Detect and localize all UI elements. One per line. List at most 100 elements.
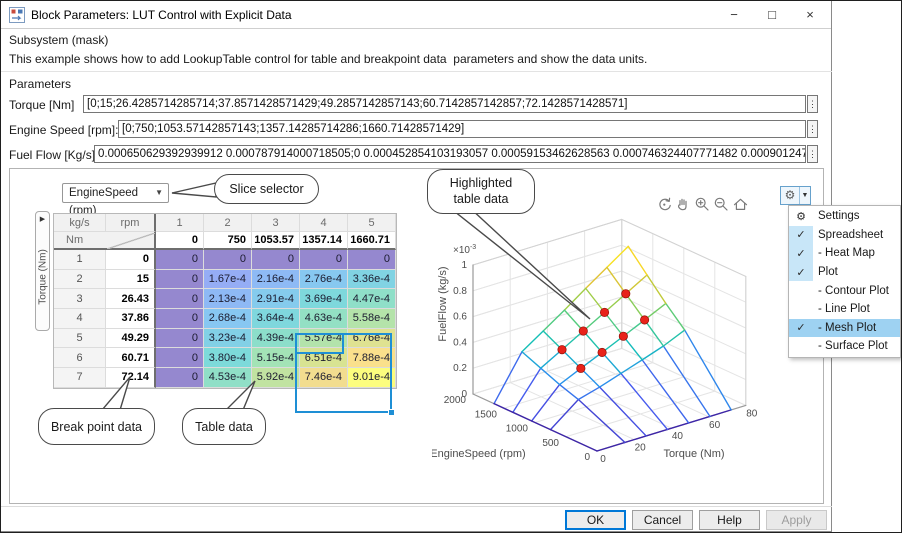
spreadsheet-cell[interactable]: 6.51e-4 xyxy=(300,348,348,369)
spreadsheet-cell[interactable]: 6.76e-4 xyxy=(348,328,396,349)
spreadsheet-cell[interactable]: 0 xyxy=(252,250,300,270)
svg-text:×10-3: ×10-3 xyxy=(453,244,476,256)
column-breakpoint-cell[interactable]: 1357.14 xyxy=(300,232,348,250)
fuel-flow-more-button[interactable]: ⋮ xyxy=(807,145,818,163)
column-header[interactable]: 4 xyxy=(300,214,348,232)
spreadsheet-cell[interactable]: 4.53e-4 xyxy=(204,368,252,388)
spreadsheet-cell[interactable]: 2.13e-4 xyxy=(204,289,252,310)
settings-button[interactable]: ⚙ ▼ xyxy=(780,186,811,205)
spreadsheet-cell[interactable]: 0 xyxy=(156,328,204,349)
row-breakpoint-cell[interactable]: 0 xyxy=(106,250,156,270)
row-header[interactable]: 2 xyxy=(54,269,106,290)
spreadsheet-cell[interactable]: 0 xyxy=(156,269,204,290)
spreadsheet-cell[interactable]: 2.16e-4 xyxy=(252,269,300,290)
column-breakpoint-cell[interactable]: 1660.71 xyxy=(348,232,396,250)
torque-more-button[interactable]: ⋮ xyxy=(807,95,818,113)
help-button[interactable]: Help xyxy=(699,510,760,530)
menu-item-spreadsheet[interactable]: ✓ Spreadsheet xyxy=(789,225,900,245)
spreadsheet-cell[interactable]: 0 xyxy=(156,348,204,369)
menu-item-line-plot[interactable]: - Line Plot xyxy=(789,300,900,319)
lookup-table-spreadsheet[interactable]: kg/s rpm 1 2 3 4 5 Nm 0 750 1053.57 1357.14 1660.71 1… xyxy=(53,213,397,416)
row-header[interactable]: 1 xyxy=(54,250,106,270)
spreadsheet-cell[interactable]: 9.01e-4 xyxy=(348,368,396,388)
row-header[interactable]: 5 xyxy=(54,328,106,349)
column-header[interactable]: 3 xyxy=(252,214,300,232)
spreadsheet-cell[interactable]: 5.58e-4 xyxy=(348,309,396,329)
spreadsheet-cell[interactable]: 3.64e-4 xyxy=(252,309,300,329)
spreadsheet-cell[interactable]: 3.69e-4 xyxy=(300,289,348,310)
engine-speed-input[interactable]: [0;750;1053.57142857143;1357.14285714286… xyxy=(118,120,806,138)
menu-item-contour-plot[interactable]: - Contour Plot xyxy=(789,281,900,300)
column-header[interactable]: 5 xyxy=(348,214,396,232)
rotate-3d-icon[interactable] xyxy=(656,196,673,213)
row-header[interactable]: 6 xyxy=(54,348,106,369)
menu-item-mesh-plot[interactable]: ✓ - Mesh Plot xyxy=(789,318,900,338)
separator xyxy=(1,506,832,507)
row-breakpoint-cell[interactable]: 15 xyxy=(106,269,156,290)
menu-item-plot[interactable]: ✓ Plot xyxy=(789,262,900,282)
spreadsheet-cell[interactable]: 5.57e-4 xyxy=(300,328,348,349)
spreadsheet-cell[interactable]: 4.39e-4 xyxy=(252,328,300,349)
minimize-button[interactable]: − xyxy=(721,1,747,28)
spreadsheet-cell[interactable]: 1.67e-4 xyxy=(204,269,252,290)
spreadsheet-cell[interactable]: 4.63e-4 xyxy=(300,309,348,329)
column-breakpoint-cell[interactable]: 0 xyxy=(156,232,204,250)
zoom-out-icon[interactable] xyxy=(713,196,730,213)
maximize-button[interactable]: □ xyxy=(759,1,785,28)
spreadsheet-cell[interactable]: 2.68e-4 xyxy=(204,309,252,329)
spreadsheet-cell[interactable]: 0 xyxy=(156,289,204,310)
menu-item-settings[interactable]: ⚙ Settings xyxy=(789,207,900,226)
fuel-flow-input[interactable]: 0.000650629392939912 0.00078791400071850… xyxy=(94,145,806,163)
chevron-down-icon: ▼ xyxy=(799,187,810,204)
row-breakpoint-cell[interactable]: 37.86 xyxy=(106,309,156,329)
close-button[interactable]: × xyxy=(797,1,823,28)
spreadsheet-cell[interactable]: 0 xyxy=(156,250,204,270)
spreadsheet-cell[interactable]: 5.15e-4 xyxy=(252,348,300,369)
zoom-in-icon[interactable] xyxy=(694,196,711,213)
row-breakpoint-cell[interactable]: 49.29 xyxy=(106,328,156,349)
home-icon[interactable] xyxy=(732,196,749,213)
column-breakpoint-cell[interactable]: 750 xyxy=(204,232,252,250)
spreadsheet-cell[interactable]: 3.36e-4 xyxy=(348,269,396,290)
column-header[interactable]: 2 xyxy=(204,214,252,232)
selection-handle[interactable] xyxy=(388,409,395,416)
highlighted-data-point xyxy=(599,307,610,317)
svg-text:0: 0 xyxy=(600,454,606,465)
spreadsheet-cell[interactable]: 7.88e-4 xyxy=(348,348,396,369)
menu-item-label: Plot xyxy=(818,266,838,279)
engine-speed-more-button[interactable]: ⋮ xyxy=(807,120,818,138)
spreadsheet-cell[interactable]: 3.23e-4 xyxy=(204,328,252,349)
row-breakpoint-cell[interactable]: 60.71 xyxy=(106,348,156,369)
title-bar[interactable]: Block Parameters: LUT Control with Expli… xyxy=(1,1,831,29)
spreadsheet-cell[interactable]: 4.47e-4 xyxy=(348,289,396,310)
column-breakpoint-cell[interactable]: 1053.57 xyxy=(252,232,300,250)
menu-item-surface-plot[interactable]: - Surface Plot xyxy=(789,337,900,356)
row-axis-strip[interactable]: ▶ Torque (Nm) xyxy=(35,211,50,331)
row-header[interactable]: 7 xyxy=(54,368,106,388)
row-header[interactable]: 3 xyxy=(54,289,106,310)
spreadsheet-cell[interactable]: 3.80e-4 xyxy=(204,348,252,369)
torque-input[interactable]: [0;15;26.4285714285714;37.8571428571429;… xyxy=(83,95,806,113)
gear-icon: ⚙ xyxy=(784,188,796,202)
spreadsheet-cell[interactable]: 2.91e-4 xyxy=(252,289,300,310)
cancel-button[interactable]: Cancel xyxy=(632,510,693,530)
spreadsheet-cell[interactable]: 7.46e-4 xyxy=(300,368,348,388)
mesh-plot[interactable]: 020406080050010001500200000.20.40.60.81×… xyxy=(432,214,802,502)
spreadsheet-cell[interactable]: 0 xyxy=(204,250,252,270)
ok-button[interactable]: OK xyxy=(565,510,626,530)
spreadsheet-cell[interactable]: 0 xyxy=(156,368,204,388)
spreadsheet-cell[interactable]: 0 xyxy=(156,309,204,329)
highlighted-data-point xyxy=(557,345,567,355)
column-header[interactable]: 1 xyxy=(156,214,204,232)
menu-item-label: - Contour Plot xyxy=(818,284,889,297)
menu-item-heat-map[interactable]: ✓ - Heat Map xyxy=(789,244,900,263)
row-header[interactable]: 4 xyxy=(54,309,106,329)
slice-selector-dropdown[interactable]: EngineSpeed (rpm) ▼ xyxy=(62,183,169,217)
row-breakpoint-cell[interactable]: 26.43 xyxy=(106,289,156,310)
spreadsheet-cell[interactable]: 0 xyxy=(348,250,396,270)
pan-icon[interactable] xyxy=(675,196,692,213)
row-breakpoint-cell[interactable]: 72.14 xyxy=(106,368,156,388)
spreadsheet-cell[interactable]: 5.92e-4 xyxy=(252,368,300,388)
spreadsheet-cell[interactable]: 2.76e-4 xyxy=(300,269,348,290)
spreadsheet-cell[interactable]: 0 xyxy=(300,250,348,270)
